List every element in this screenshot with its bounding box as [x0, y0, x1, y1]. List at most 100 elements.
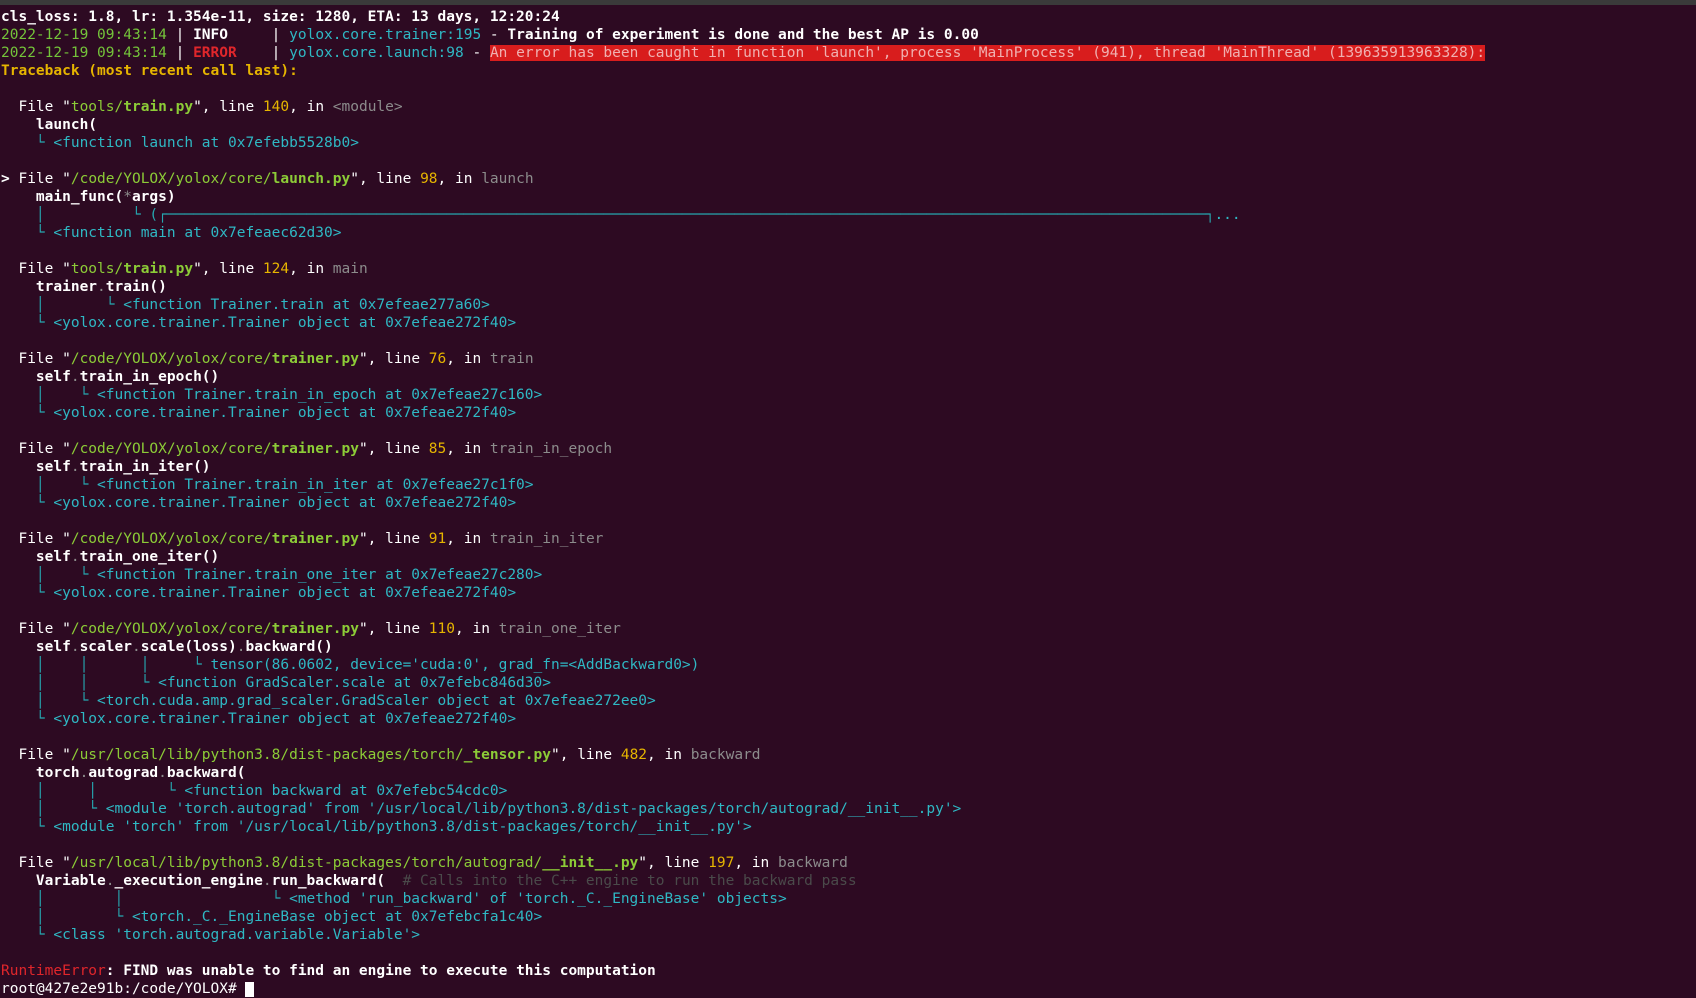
terminal-line: File "/code/YOLOX/yolox/core/trainer.py"… [1, 350, 1696, 368]
terminal-text: │ └ [1, 801, 106, 817]
terminal-text: , in [647, 747, 691, 763]
terminal-text: <function GradScaler.scale at 0x7efebc84… [158, 675, 551, 691]
terminal-text: File " [18, 171, 71, 187]
terminal-line: └ <yolox.core.trainer.Trainer object at … [1, 494, 1696, 512]
terminal-text: launch.py [271, 171, 351, 187]
terminal-text: File " [1, 351, 71, 367]
terminal-text: ", line [551, 747, 621, 763]
terminal-text: , in [446, 351, 490, 367]
terminal-text: :98 [437, 45, 464, 61]
terminal-line: 2022-12-19 09:43:14 | INFO | yolox.core.… [1, 26, 1696, 44]
terminal-line: cls_loss: 1.8, lr: 1.354e-11, size: 1280… [1, 8, 1696, 26]
terminal-text: train.py [123, 99, 194, 115]
terminal-text: ", line [358, 351, 429, 367]
terminal-text: trainer.py [271, 441, 359, 457]
terminal-text: └ [1, 819, 54, 835]
terminal-text: main_func( [1, 189, 124, 205]
prompt-line[interactable]: root@427e2e91b:/code/YOLOX# [1, 980, 1696, 998]
terminal-text: 124 [262, 261, 290, 277]
terminal-text: └ [1, 585, 54, 601]
terminal-text: <yolox.core.trainer.Trainer object at 0x… [53, 711, 517, 727]
terminal-text: 98 [420, 171, 438, 187]
terminal-text: > [1, 171, 19, 187]
terminal-text: , in [734, 855, 778, 871]
terminal-line: File "tools/train.py", line 124, in main [1, 260, 1696, 278]
terminal-line: └ <function launch at 0x7efebb5528b0> [1, 134, 1696, 152]
terminal-text: ", line [358, 621, 429, 637]
terminal-line: └ <module 'torch' from '/usr/local/lib/p… [1, 818, 1696, 836]
terminal-text: │ └ [1, 909, 132, 925]
terminal-text: , in [446, 441, 490, 457]
terminal-text: └ [1, 135, 54, 151]
terminal-line: └ <yolox.core.trainer.Trainer object at … [1, 584, 1696, 602]
terminal-line: File "/usr/local/lib/python3.8/dist-pack… [1, 854, 1696, 872]
terminal-text: 482 [620, 747, 648, 763]
terminal-text: _tensor.py [463, 747, 551, 763]
terminal-text: tools/ [70, 261, 124, 277]
text-cursor [245, 981, 255, 997]
terminal-text: trainer.py [271, 621, 359, 637]
terminal-line: │ └ (┌──────────────────────────────────… [1, 206, 1696, 224]
terminal-text: ", line [350, 171, 421, 187]
terminal-text: scale(loss) [140, 639, 237, 655]
terminal-line: File "/code/YOLOX/yolox/core/trainer.py"… [1, 530, 1696, 548]
terminal-text: │ └ [1, 387, 98, 403]
terminal-text: train_in_iter() [79, 459, 211, 475]
terminal-text: /usr/local/lib/python3.8/dist-packages/t… [70, 747, 464, 763]
terminal-text: | [262, 27, 290, 43]
terminal-output[interactable]: cls_loss: 1.8, lr: 1.354e-11, size: 1280… [0, 5, 1696, 998]
terminal-text: | [262, 45, 290, 61]
terminal-text: . [79, 765, 89, 781]
terminal-line: torch.autograd.backward( [1, 764, 1696, 782]
terminal-line: └ <class 'torch.autograd.variable.Variab… [1, 926, 1696, 944]
terminal-line: File "/code/YOLOX/yolox/core/trainer.py"… [1, 440, 1696, 458]
terminal-text: │ └ [1, 693, 98, 709]
terminal-text: File " [1, 99, 71, 115]
terminal-text: File " [1, 621, 71, 637]
terminal-text: . [70, 639, 80, 655]
terminal-text: <yolox.core.trainer.Trainer object at 0x… [53, 585, 517, 601]
terminal-line: └ <function main at 0x7efeaec62d30> [1, 224, 1696, 242]
terminal-line: trainer.train() [1, 278, 1696, 296]
terminal-text: autograd [88, 765, 159, 781]
terminal-text: args) [131, 189, 176, 205]
terminal-text: train_in_epoch() [79, 369, 220, 385]
terminal-text: - [463, 45, 490, 61]
terminal-text: train_one_iter() [79, 549, 220, 565]
terminal-text: backward() [245, 639, 333, 655]
terminal-line: self.scaler.scale(loss).backward() [1, 638, 1696, 656]
terminal-text: 91 [428, 531, 447, 547]
terminal-text: <yolox.core.trainer.Trainer object at 0x… [53, 405, 517, 421]
terminal-text: backward [690, 747, 761, 763]
terminal-line: self.train_one_iter() [1, 548, 1696, 566]
terminal-text: RuntimeError [1, 963, 106, 979]
terminal-text: /code/YOLOX/yolox/core/ [70, 531, 272, 547]
terminal-line: 2022-12-19 09:43:14 | ERROR | yolox.core… [1, 44, 1696, 62]
terminal-line: │ └ <torch.cuda.amp.grad_scaler.GradScal… [1, 692, 1696, 710]
terminal-text: train_one_iter [498, 621, 621, 637]
terminal-text: File " [1, 261, 71, 277]
terminal-text: │ │ └ [1, 891, 290, 907]
terminal-text: └ [1, 711, 54, 727]
terminal-text: yolox.core.launch [289, 45, 438, 61]
terminal-text: 110 [428, 621, 455, 637]
terminal-text: 140 [262, 99, 290, 115]
terminal-text: . [105, 873, 115, 889]
terminal-text: /code/YOLOX/yolox/core/ [70, 171, 272, 187]
terminal-text: 2022-12-19 09:43:14 [1, 27, 167, 43]
terminal-text: self [1, 459, 71, 475]
terminal-text: launch [481, 171, 534, 187]
terminal-line: │ └ <function Trainer.train_one_iter at … [1, 566, 1696, 584]
terminal-text: . [70, 369, 80, 385]
terminal-text: <function Trainer.train at 0x7efeae277a6… [123, 297, 490, 313]
terminal-text: torch [1, 765, 80, 781]
terminal-text: launch( [1, 117, 98, 133]
terminal-text: train_in_iter [489, 531, 604, 547]
terminal-text: cls_loss: 1.8, lr: 1.354e-11, size: 1280… [1, 9, 560, 25]
terminal-text: └ [1, 927, 54, 943]
terminal-text: backward [777, 855, 848, 871]
terminal-text: ", line [358, 531, 429, 547]
